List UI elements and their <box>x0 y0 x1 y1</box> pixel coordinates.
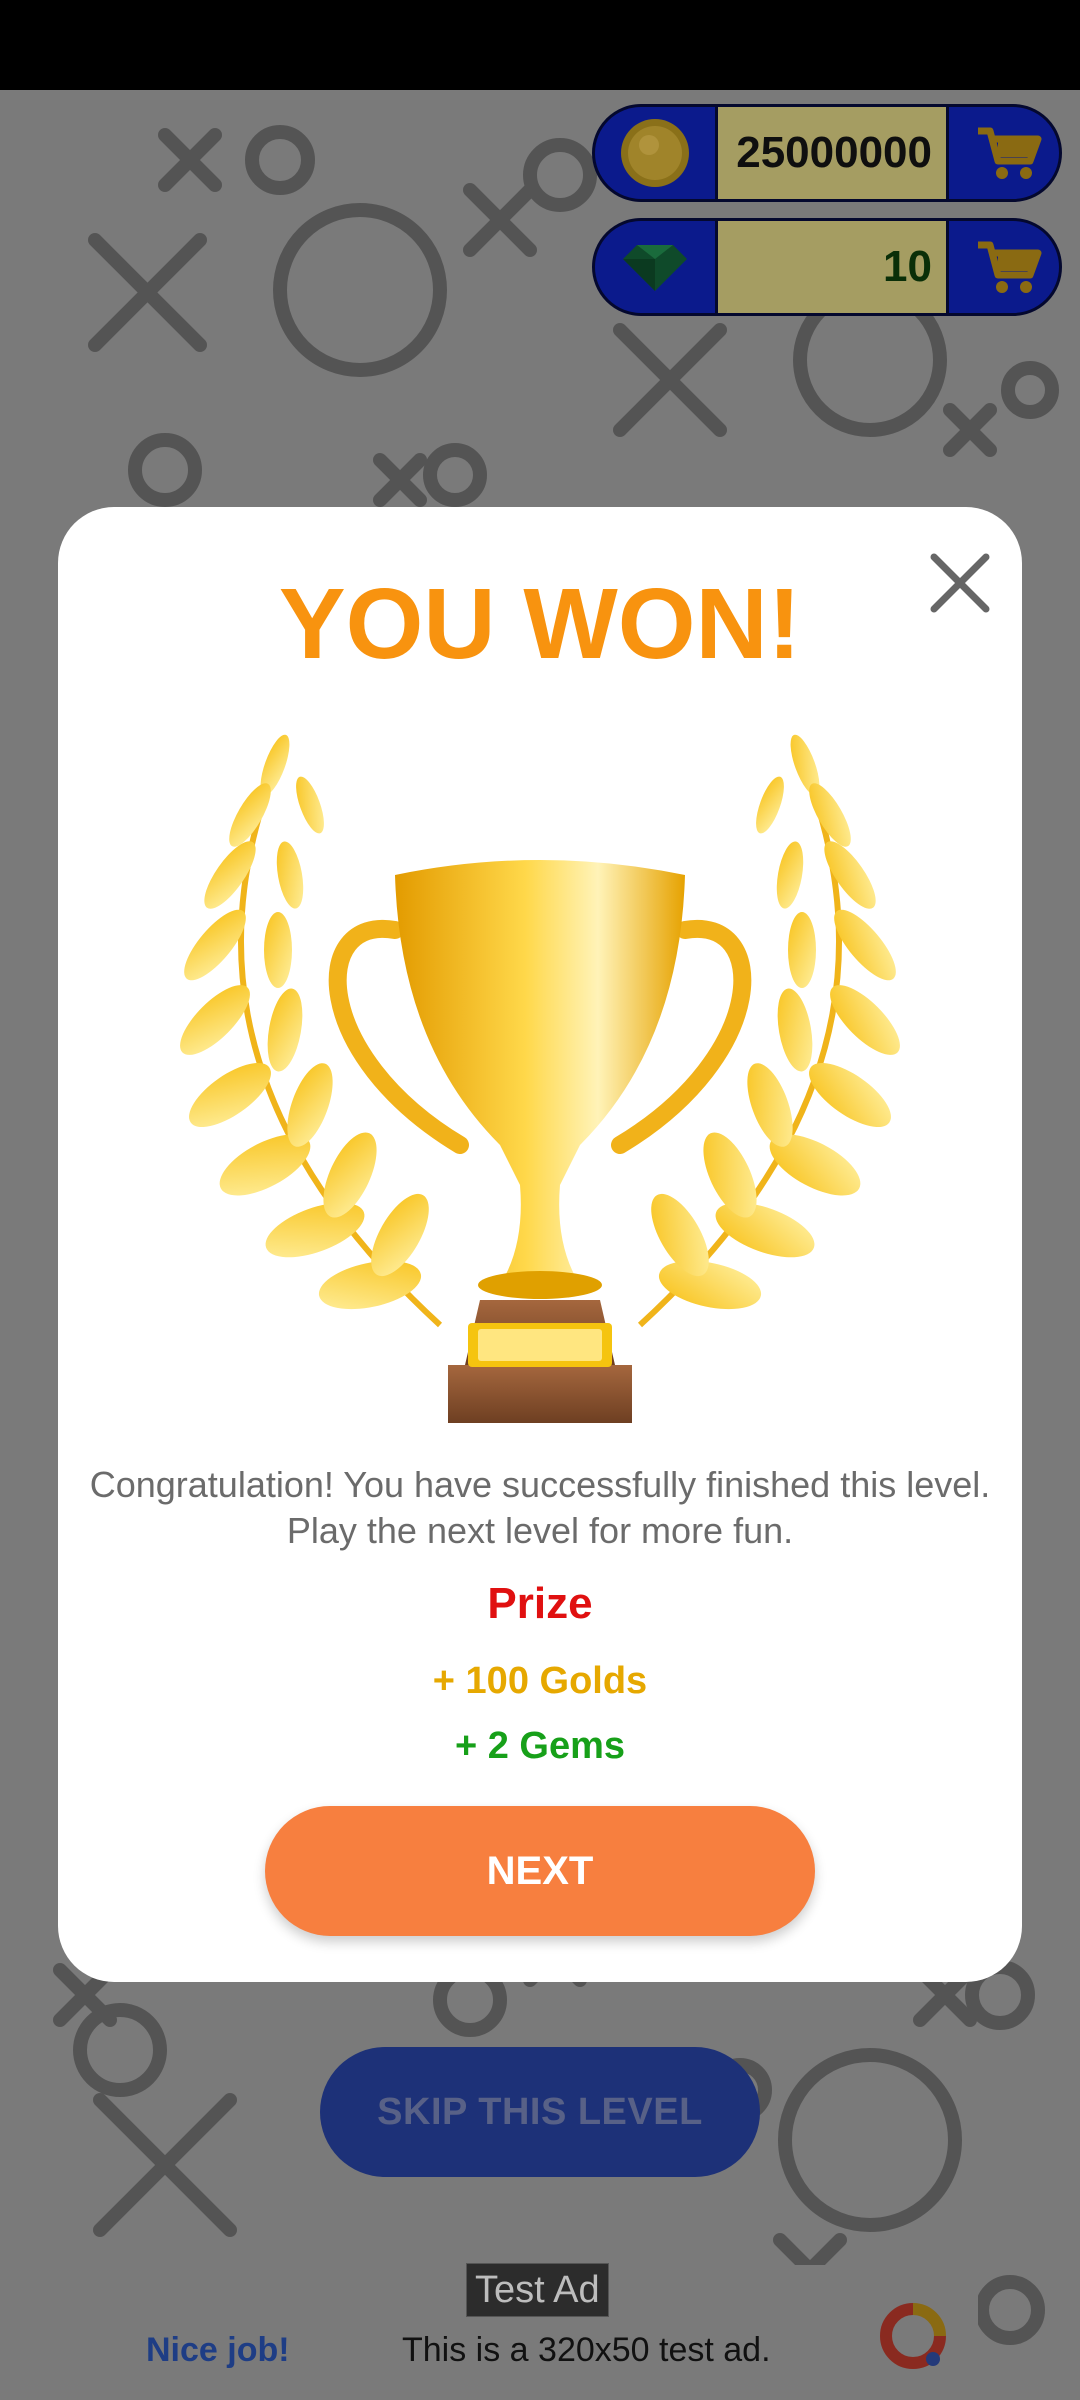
shopping-cart-icon[interactable] <box>969 231 1049 303</box>
prize-gold: + 100 Golds <box>432 1660 648 1702</box>
next-button[interactable]: NEXT <box>265 1806 815 1936</box>
shopping-cart-icon[interactable] <box>969 117 1049 189</box>
gems-counter: 10 <box>592 218 1062 316</box>
ad-headline: Nice job! <box>146 2331 290 2369</box>
win-dialog: YOU WON! Congratulation! You have succes… <box>58 507 1022 1982</box>
ad-body-text: This is a 320x50 test ad. <box>402 2331 771 2369</box>
prize-label: Prize <box>487 1579 593 1628</box>
status-bar <box>0 0 1080 90</box>
ad-logo-icon <box>878 2301 948 2376</box>
prize-gems: + 2 Gems <box>454 1725 626 1767</box>
green-gem-icon <box>603 227 707 307</box>
coins-value: 25000000 <box>715 107 949 199</box>
ad-banner[interactable]: Test Ad Nice job! This is a 320x50 test … <box>102 2263 978 2400</box>
skip-level-button: SKIP THIS LEVEL <box>320 2047 760 2177</box>
congratulation-message: Congratulation! You have successfully fi… <box>89 1464 991 1551</box>
coins-counter: 25000000 <box>592 104 1062 202</box>
gold-coin-icon <box>603 113 707 193</box>
dialog-title: YOU WON! <box>278 568 802 680</box>
trophy-icon <box>160 725 920 1425</box>
gems-value: 10 <box>715 221 949 313</box>
test-ad-tag: Test Ad <box>466 2263 609 2317</box>
